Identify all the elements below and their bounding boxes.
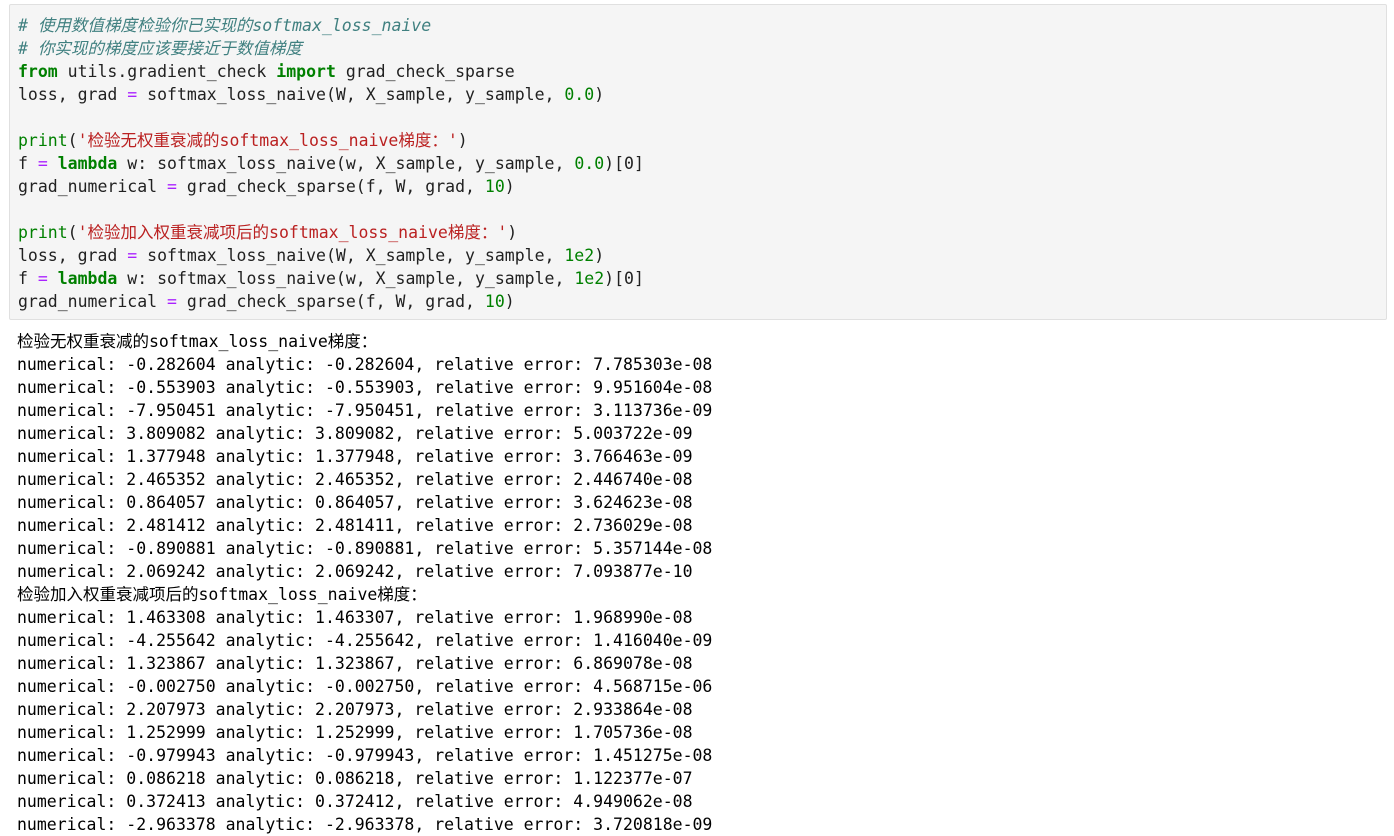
number-literal: 0.0 xyxy=(564,85,595,104)
builtin-print: print xyxy=(18,131,68,150)
number-literal: 10 xyxy=(484,292,505,311)
code-text: f xyxy=(18,269,38,288)
code-text: f xyxy=(18,154,38,173)
number-literal: 0.0 xyxy=(574,154,605,173)
operator-equals: = xyxy=(127,85,138,104)
output-line: numerical: 2.207973 analytic: 2.207973, … xyxy=(17,700,693,719)
code-text: ( xyxy=(67,223,78,242)
output-line: numerical: -7.950451 analytic: -7.950451… xyxy=(17,401,713,420)
code-text: ) xyxy=(594,246,605,265)
output-header-with-reg: 检验加入权重衰减项后的softmax_loss_naive梯度： xyxy=(17,585,427,604)
output-line: numerical: -0.553903 analytic: -0.553903… xyxy=(17,378,713,397)
output-line: numerical: 1.463308 analytic: 1.463307, … xyxy=(17,608,693,627)
code-text: grad_numerical xyxy=(18,292,168,311)
output-line: numerical: 1.323867 analytic: 1.323867, … xyxy=(17,654,693,673)
keyword-lambda: lambda xyxy=(57,154,118,173)
operator-equals: = xyxy=(167,177,177,196)
number-literal: 1e2 xyxy=(574,269,605,288)
output-line: numerical: 1.377948 analytic: 1.377948, … xyxy=(17,447,693,466)
code-line-9-blank xyxy=(18,198,644,221)
code-text: loss, grad xyxy=(18,85,128,104)
code-editor[interactable]: # 使用数值梯度检验你已实现的softmax_loss_naive # 你实现的梯… xyxy=(18,14,644,313)
code-line-5-blank xyxy=(18,106,644,129)
output-line: numerical: -0.890881 analytic: -0.890881… xyxy=(17,539,713,558)
code-text: loss, grad xyxy=(18,246,128,265)
number-literal: 10 xyxy=(484,177,505,196)
code-text: ) xyxy=(594,85,605,104)
code-text: ) xyxy=(504,292,515,311)
output-line: numerical: -0.002750 analytic: -0.002750… xyxy=(17,677,713,696)
code-text: grad_check_sparse(f, W, grad, xyxy=(176,177,485,196)
number-literal: 1e2 xyxy=(564,246,595,265)
code-text: grad_numerical xyxy=(18,177,168,196)
output-line: numerical: -0.282604 analytic: -0.282604… xyxy=(17,355,713,374)
output-line: numerical: 3.809082 analytic: 3.809082, … xyxy=(17,424,693,443)
code-text: grad_check_sparse(f, W, grad, xyxy=(176,292,485,311)
output-line: numerical: 1.252999 analytic: 1.252999, … xyxy=(17,723,693,742)
code-line-4: loss, grad = softmax_loss_naive(W, X_sam… xyxy=(18,83,644,106)
code-comment: # 你实现的梯度应该要接近于数值梯度 xyxy=(18,39,302,58)
code-text: ) xyxy=(504,177,515,196)
code-text: softmax_loss_naive(W, X_sample, y_sample… xyxy=(137,246,565,265)
code-line-7: f = lambda w: softmax_loss_naive(w, X_sa… xyxy=(18,152,644,175)
output-line: numerical: -4.255642 analytic: -4.255642… xyxy=(17,631,713,650)
module-name: utils.gradient_check xyxy=(57,62,277,81)
output-line: numerical: 2.465352 analytic: 2.465352, … xyxy=(17,470,693,489)
code-input-cell[interactable]: # 使用数值梯度检验你已实现的softmax_loss_naive # 你实现的梯… xyxy=(9,4,1387,320)
string-literal: '检验无权重衰减的softmax_loss_naive梯度：' xyxy=(77,131,458,150)
code-line-12: f = lambda w: softmax_loss_naive(w, X_sa… xyxy=(18,267,644,290)
operator-equals: = xyxy=(37,154,48,173)
output-line: numerical: 2.069242 analytic: 2.069242, … xyxy=(17,562,693,581)
code-text: )[0] xyxy=(604,269,644,288)
code-text: ) xyxy=(507,223,518,242)
operator-equals: = xyxy=(167,292,177,311)
code-line-11: loss, grad = softmax_loss_naive(W, X_sam… xyxy=(18,244,644,267)
output-line: numerical: 2.481412 analytic: 2.481411, … xyxy=(17,516,693,535)
code-line-2: # 你实现的梯度应该要接近于数值梯度 xyxy=(18,37,644,60)
operator-equals: = xyxy=(127,246,138,265)
code-line-13: grad_numerical = grad_check_sparse(f, W,… xyxy=(18,290,644,313)
string-literal: '检验加入权重衰减项后的softmax_loss_naive梯度：' xyxy=(77,223,508,242)
code-line-3: from utils.gradient_check import grad_ch… xyxy=(18,60,644,83)
output-line: numerical: -2.963378 analytic: -2.963378… xyxy=(17,815,713,834)
code-line-6: print('检验无权重衰减的softmax_loss_naive梯度：') xyxy=(18,129,644,152)
operator-equals: = xyxy=(37,269,48,288)
keyword-import: import xyxy=(276,62,336,81)
code-text: )[0] xyxy=(604,154,644,173)
output-line: numerical: -0.979943 analytic: -0.979943… xyxy=(17,746,713,765)
code-line-8: grad_numerical = grad_check_sparse(f, W,… xyxy=(18,175,644,198)
code-text: softmax_loss_naive(W, X_sample, y_sample… xyxy=(137,85,565,104)
code-line-1: # 使用数值梯度检验你已实现的softmax_loss_naive xyxy=(18,14,644,37)
output-line: numerical: 0.372413 analytic: 0.372412, … xyxy=(17,792,693,811)
output-line: numerical: 0.086218 analytic: 0.086218, … xyxy=(17,769,693,788)
code-text: w: softmax_loss_naive(w, X_sample, y_sam… xyxy=(117,154,575,173)
code-comment: # 使用数值梯度检验你已实现的softmax_loss_naive xyxy=(18,16,432,35)
code-line-10: print('检验加入权重衰减项后的softmax_loss_naive梯度：'… xyxy=(18,221,644,244)
code-text: ( xyxy=(67,131,78,150)
import-name: grad_check_sparse xyxy=(335,62,515,81)
builtin-print: print xyxy=(18,223,68,242)
code-text: w: softmax_loss_naive(w, X_sample, y_sam… xyxy=(117,269,575,288)
output-header-no-reg: 检验无权重衰减的softmax_loss_naive梯度： xyxy=(17,332,378,351)
keyword-lambda: lambda xyxy=(57,269,118,288)
keyword-from: from xyxy=(18,62,58,81)
code-text: ) xyxy=(457,131,468,150)
output-line: numerical: 0.864057 analytic: 0.864057, … xyxy=(17,493,693,512)
cell-output: 检验无权重衰减的softmax_loss_naive梯度： numerical: … xyxy=(17,330,712,836)
